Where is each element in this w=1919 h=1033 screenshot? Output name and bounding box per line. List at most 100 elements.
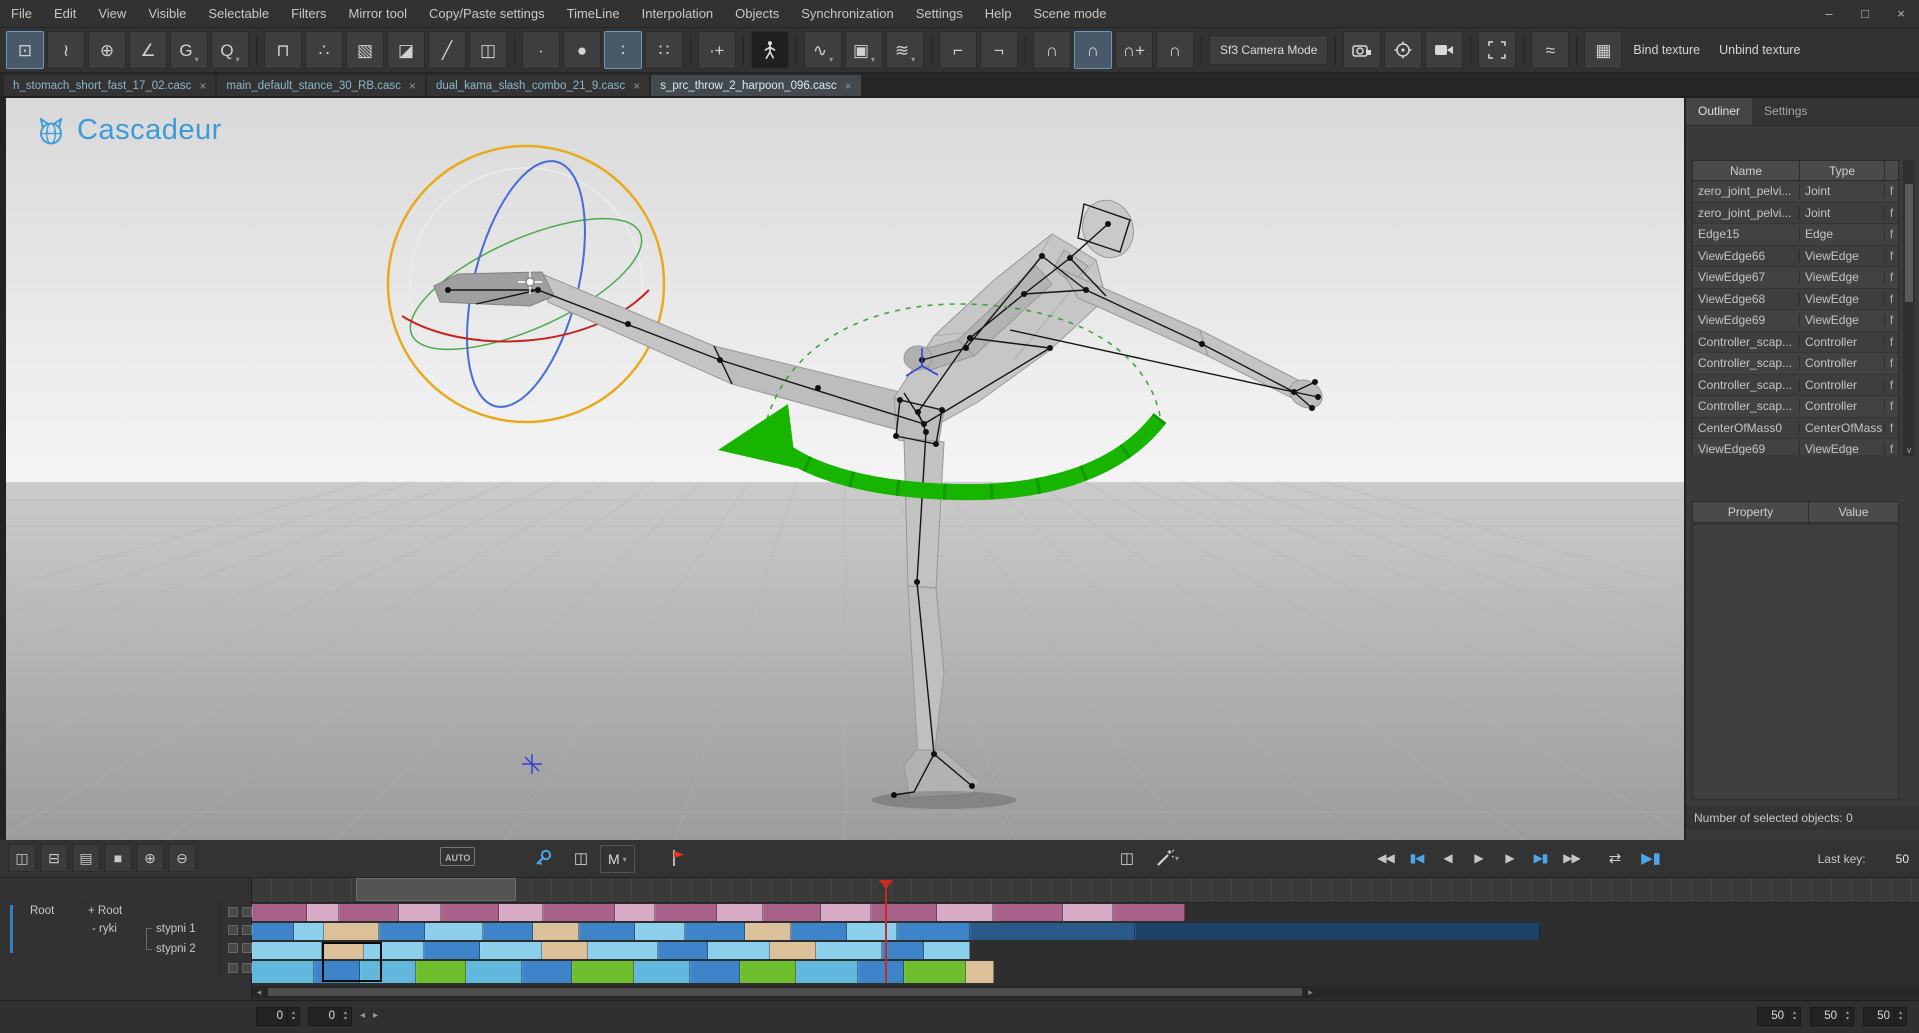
timeline-hscrollbar[interactable]: ◂ ▸ xyxy=(252,986,1919,998)
select-angle-tool[interactable]: ∠ xyxy=(129,31,167,69)
outliner-row[interactable]: CenterOfMass0CenterOfMassf xyxy=(1693,418,1898,440)
timeline-key-block[interactable] xyxy=(858,961,904,983)
close-button[interactable]: × xyxy=(1883,1,1919,27)
tree-toggle-icon[interactable]: + xyxy=(88,905,95,917)
frame-forward-icon[interactable]: ▸ xyxy=(373,1010,378,1021)
timeline-key-block[interactable] xyxy=(307,904,339,921)
scroll-left-icon[interactable]: ◂ xyxy=(252,987,266,998)
step-back-button[interactable]: ◀ xyxy=(1434,844,1461,872)
jump-back-button[interactable]: ◀◀ xyxy=(1372,844,1399,872)
tl-add-track-icon[interactable]: ⊕ xyxy=(136,844,164,872)
outliner-row[interactable]: Controller_scap...Controllerf xyxy=(1693,332,1898,354)
tab-close-icon[interactable]: × xyxy=(633,79,640,93)
timeline-key-block[interactable] xyxy=(542,942,588,959)
timeline-key-block[interactable] xyxy=(847,923,897,940)
timeline-key-block[interactable] xyxy=(635,923,685,940)
spinner-down-icon[interactable]: ▾ xyxy=(344,1017,347,1022)
spinner-value[interactable]: 50 xyxy=(1758,1008,1788,1025)
timeline-key-block[interactable] xyxy=(533,923,579,940)
timeline-key-block[interactable] xyxy=(745,923,791,940)
timeline-scrubber[interactable] xyxy=(252,878,1919,903)
tracks-panel-icon[interactable]: ◫ xyxy=(1112,844,1142,872)
mirror-shear-tool[interactable]: ◪ xyxy=(387,31,425,69)
walk-figure-icon[interactable] xyxy=(751,31,789,69)
tab-main-default-stance-30-rb-casc[interactable]: main_default_stance_30_RB.casc× xyxy=(217,75,425,96)
timeline-key-block[interactable] xyxy=(658,942,708,959)
spline-tool[interactable]: ∿▾ xyxy=(804,31,842,69)
tab-h-stomach-short-fast-17-02-casc[interactable]: h_stomach_short_fast_17_02.casc× xyxy=(4,75,215,96)
scroll-right-icon[interactable]: ▸ xyxy=(1304,987,1318,998)
track-root[interactable]: Root xyxy=(30,905,54,917)
menu-settings[interactable]: Settings xyxy=(905,1,974,27)
timeline-key-block[interactable] xyxy=(770,942,816,959)
timeline-key-block[interactable] xyxy=(690,961,740,983)
timeline-key-block[interactable] xyxy=(897,923,970,940)
corner-out-tool[interactable]: ¬ xyxy=(980,31,1018,69)
timeline-key-block[interactable] xyxy=(615,904,655,921)
ghost-arc-add-tool[interactable]: ∩+ xyxy=(1115,31,1153,69)
timeline-scale-spinner-2[interactable]: 50▴▾ xyxy=(1810,1007,1854,1026)
timeline-key-block[interactable] xyxy=(993,904,1063,921)
timeline-key-block[interactable] xyxy=(791,923,847,940)
hscrollbar-thumb[interactable] xyxy=(268,988,1302,996)
point-size-1-tool[interactable]: · xyxy=(522,31,560,69)
timeline-grid[interactable]: ◂ ▸ xyxy=(252,878,1919,1000)
timeline-key-block[interactable] xyxy=(424,942,480,959)
unbind-texture-button[interactable]: Unbind texture xyxy=(1711,35,1808,65)
outliner-row[interactable]: Controller_scap...Controllerf xyxy=(1693,396,1898,418)
timeline-key-block[interactable] xyxy=(655,904,717,921)
tl-merge-view-icon[interactable]: ⊟ xyxy=(40,844,68,872)
spinner-value[interactable]: 50 xyxy=(1864,1008,1894,1025)
timeline-scale-spinner-3[interactable]: 50▴▾ xyxy=(1863,1007,1907,1026)
ghost-arc-tool[interactable]: ∩ xyxy=(1033,31,1071,69)
tl-rows-view-icon[interactable]: ▤ xyxy=(72,844,100,872)
track-visibility-checkbox[interactable] xyxy=(242,907,252,917)
corner-in-tool[interactable]: ⌐ xyxy=(939,31,977,69)
to-start-button[interactable]: ▮◀ xyxy=(1403,844,1430,872)
menu-objects[interactable]: Objects xyxy=(724,1,790,27)
menu-timeline[interactable]: TimeLine xyxy=(556,1,631,27)
spinner-value[interactable]: 0 xyxy=(257,1008,287,1025)
timeline-key-block[interactable] xyxy=(543,904,615,921)
frame-end-spinner[interactable]: 0 ▴▾ xyxy=(308,1007,352,1026)
tl-single-view-icon[interactable]: ■ xyxy=(104,844,132,872)
minimize-button[interactable]: – xyxy=(1811,1,1847,27)
maximize-button[interactable]: □ xyxy=(1847,1,1883,27)
timeline-key-block[interactable] xyxy=(425,923,483,940)
tab-close-icon[interactable]: × xyxy=(845,79,852,93)
menu-synchronization[interactable]: Synchronization xyxy=(790,1,905,27)
timeline-key-block[interactable] xyxy=(416,961,466,983)
timeline-key-block[interactable] xyxy=(572,961,634,983)
tl-split-view-icon[interactable]: ◫ xyxy=(8,844,36,872)
mirror-box-tool[interactable]: ◫ xyxy=(469,31,507,69)
spinner-value[interactable]: 50 xyxy=(1811,1008,1841,1025)
outliner-row[interactable]: Edge15Edgef xyxy=(1693,224,1898,246)
select-q-tool[interactable]: Q▾ xyxy=(211,31,249,69)
timeline-key-block[interactable] xyxy=(252,942,322,959)
menu-edit[interactable]: Edit xyxy=(43,1,87,27)
menu-visible[interactable]: Visible xyxy=(137,1,197,27)
timeline-scale-spinner-1[interactable]: 50▴▾ xyxy=(1757,1007,1801,1026)
timeline-key-block[interactable] xyxy=(499,904,543,921)
camera-mode-button[interactable]: Sf3 Camera Mode xyxy=(1209,35,1328,65)
outliner-row[interactable]: ViewEdge69ViewEdgef xyxy=(1693,439,1898,455)
timeline-key-block[interactable] xyxy=(252,923,294,940)
timeline-key-block[interactable] xyxy=(252,961,314,983)
timeline-key-block[interactable] xyxy=(379,923,425,940)
timeline-key-block[interactable] xyxy=(763,904,821,921)
spinner-down-icon[interactable]: ▾ xyxy=(1793,1017,1796,1022)
mode-m-button[interactable]: M▾ xyxy=(600,845,635,873)
property-col[interactable]: Property xyxy=(1693,502,1809,522)
timeline-key-block[interactable] xyxy=(816,942,882,959)
tab-s-prc-throw-2-harpoon-096-casc[interactable]: s_prc_throw_2_harpoon_096.casc× xyxy=(651,75,860,96)
step-forward-button[interactable]: ▶ xyxy=(1496,844,1523,872)
point-quad-tool[interactable]: ∷ xyxy=(645,31,683,69)
outliner-row[interactable]: ViewEdge68ViewEdgef xyxy=(1693,289,1898,311)
timeline-key-block[interactable] xyxy=(441,904,499,921)
curves-stack-tool[interactable]: ≋▾ xyxy=(886,31,924,69)
outliner-row[interactable]: zero_joint_pelvi...Jointf xyxy=(1693,203,1898,225)
timeline-key-block[interactable] xyxy=(294,923,324,940)
frame-start-spinner[interactable]: 0 ▴▾ xyxy=(256,1007,300,1026)
ghost-arc-selected-tool[interactable]: ∩ xyxy=(1074,31,1112,69)
mirror-cube-tool[interactable]: ▧ xyxy=(346,31,384,69)
